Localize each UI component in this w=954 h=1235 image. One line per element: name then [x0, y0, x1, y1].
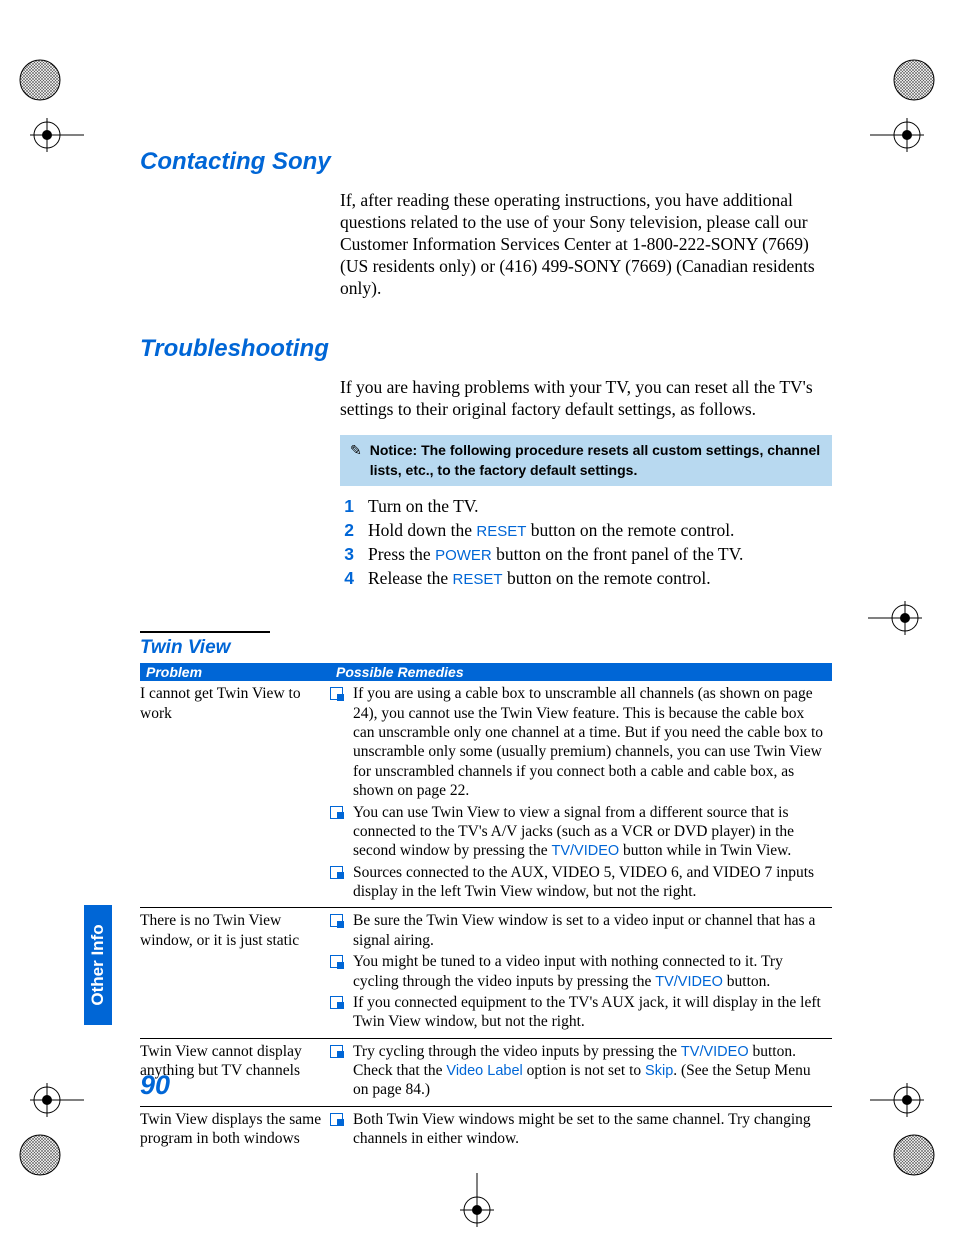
bullet-icon	[330, 955, 343, 968]
step-row: 2 Hold down the RESET button on the remot…	[340, 520, 832, 541]
remedy-item: Be sure the Twin View window is set to a…	[330, 911, 828, 950]
cell-remedies: Both Twin View windows might be set to t…	[330, 1106, 832, 1154]
ui-term: Skip	[645, 1063, 673, 1079]
troubleshooting-table: Problem Possible Remedies I cannot get T…	[140, 663, 832, 1154]
remedy-text: Be sure the Twin View window is set to a…	[353, 911, 828, 950]
remedy-text: Both Twin View windows might be set to t…	[353, 1110, 828, 1149]
cell-problem: I cannot get Twin View to work	[140, 681, 330, 908]
ui-term: TV/VIDEO	[551, 843, 619, 859]
bullet-icon	[330, 914, 343, 927]
crop-target-right-top	[870, 118, 924, 152]
button-term: RESET	[453, 571, 503, 588]
registration-mark-bl	[18, 1133, 62, 1177]
bullet-icon	[330, 687, 343, 700]
registration-mark-br	[892, 1133, 936, 1177]
remedy-text: If you connected equipment to the TV's A…	[353, 993, 828, 1032]
remedy-item: Try cycling through the video inputs by …	[330, 1042, 828, 1100]
bullet-icon	[330, 996, 343, 1009]
step-number: 2	[340, 520, 354, 541]
subhead-rule	[140, 631, 270, 633]
col-header-remedies: Possible Remedies	[330, 663, 832, 681]
bullet-icon	[330, 1113, 343, 1126]
remedy-item: You might be tuned to a video input with…	[330, 952, 828, 991]
step-row: 3 Press the POWER button on the front pan…	[340, 544, 832, 565]
ui-term: TV/VIDEO	[655, 974, 723, 990]
step-text: Turn on the TV.	[368, 496, 479, 517]
crop-target-right-bottom	[870, 1083, 924, 1117]
notice-box: ✎ Notice: The following procedure resets…	[340, 435, 832, 486]
bullet-icon	[330, 866, 343, 879]
reset-steps-list: 1 Turn on the TV. 2 Hold down the RESET but…	[340, 496, 832, 589]
troubleshooting-body: If you are having problems with your TV,…	[340, 377, 832, 421]
table-row: There is no Twin View window, or it is j…	[140, 908, 832, 1038]
cell-problem: Twin View displays the same program in b…	[140, 1106, 330, 1154]
page-content: Contacting Sony If, after reading these …	[140, 148, 832, 1155]
remedy-text: Try cycling through the video inputs by …	[353, 1042, 828, 1100]
registration-mark-tr	[892, 58, 936, 102]
table-row: Twin View cannot display anything but TV…	[140, 1038, 832, 1106]
subheading-twin-view: Twin View	[140, 637, 832, 659]
cell-problem: There is no Twin View window, or it is j…	[140, 908, 330, 1038]
heading-troubleshooting: Troubleshooting	[140, 335, 832, 363]
col-header-problem: Problem	[140, 663, 330, 681]
button-term: RESET	[476, 523, 526, 540]
table-row: I cannot get Twin View to workIf you are…	[140, 681, 832, 908]
crop-target-left-top	[30, 118, 84, 152]
pencil-icon: ✎	[350, 441, 362, 480]
remedy-item: Both Twin View windows might be set to t…	[330, 1110, 828, 1149]
cell-remedies: If you are using a cable box to unscramb…	[330, 681, 832, 908]
remedy-text: Sources connected to the AUX, VIDEO 5, V…	[353, 863, 828, 902]
table-row: Twin View displays the same program in b…	[140, 1106, 832, 1154]
ui-term: TV/VIDEO	[681, 1044, 749, 1060]
remedy-item: If you connected equipment to the TV's A…	[330, 993, 828, 1032]
step-number: 1	[340, 496, 354, 517]
twin-view-section: Twin View Problem Possible Remedies I ca…	[140, 631, 832, 1154]
cell-remedies: Try cycling through the video inputs by …	[330, 1038, 832, 1106]
side-tab-label: Other Info	[88, 924, 108, 1005]
step-text: Release the RESET button on the remote c…	[368, 568, 711, 589]
bullet-icon	[330, 806, 343, 819]
ui-term: Video Label	[446, 1063, 522, 1079]
registration-mark-tl	[18, 58, 62, 102]
heading-contacting-sony: Contacting Sony	[140, 148, 832, 176]
bullet-icon	[330, 1045, 343, 1058]
step-number: 4	[340, 568, 354, 589]
step-row: 4 Release the RESET button on the remote …	[340, 568, 832, 589]
crop-target-bottom-center	[460, 1173, 494, 1227]
step-number: 3	[340, 544, 354, 565]
remedy-item: You can use Twin View to view a signal f…	[330, 803, 828, 861]
remedy-item: If you are using a cable box to unscramb…	[330, 684, 828, 800]
side-tab-other-info: Other Info	[84, 905, 112, 1025]
contacting-sony-body: If, after reading these operating instru…	[340, 190, 832, 299]
remedy-text: You might be tuned to a video input with…	[353, 952, 828, 991]
step-text: Hold down the RESET button on the remote…	[368, 520, 734, 541]
step-row: 1 Turn on the TV.	[340, 496, 832, 517]
cell-problem: Twin View cannot display anything but TV…	[140, 1038, 330, 1106]
remedy-item: Sources connected to the AUX, VIDEO 5, V…	[330, 863, 828, 902]
button-term: POWER	[435, 547, 492, 564]
crop-target-left-bottom	[30, 1083, 84, 1117]
crop-target-right-center	[868, 601, 922, 635]
notice-text: Notice: The following procedure resets a…	[370, 441, 822, 480]
remedy-text: You can use Twin View to view a signal f…	[353, 803, 828, 861]
remedy-text: If you are using a cable box to unscramb…	[353, 684, 828, 800]
step-text: Press the POWER button on the front pane…	[368, 544, 743, 565]
cell-remedies: Be sure the Twin View window is set to a…	[330, 908, 832, 1038]
